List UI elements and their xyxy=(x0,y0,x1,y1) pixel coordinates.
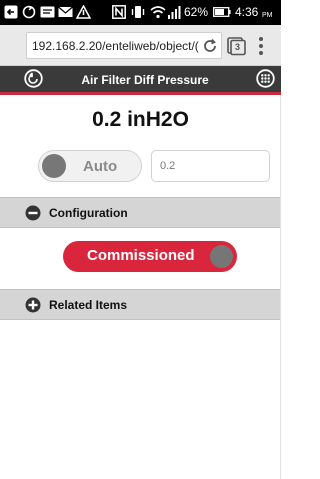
clock-time: 4:36 xyxy=(235,5,259,19)
present-value: 0.2 inH2O xyxy=(92,108,189,131)
battery-percent: 62% xyxy=(184,5,209,19)
page-edge xyxy=(280,95,281,479)
tabs-button[interactable]: 3 xyxy=(226,36,246,56)
related-items-section-header[interactable]: Related Items xyxy=(0,289,281,320)
clock-ampm: PM xyxy=(262,12,273,19)
alert-icon xyxy=(76,5,91,19)
auto-label: Auto xyxy=(83,158,118,175)
page-title: Air Filter Diff Pressure xyxy=(81,73,209,87)
grid-menu-icon[interactable] xyxy=(256,69,275,88)
url-field[interactable]: 192.168.2.20/enteliweb/object/( xyxy=(26,32,222,59)
toggle-knob xyxy=(42,154,66,178)
collapse-icon xyxy=(25,205,41,221)
tab-count: 3 xyxy=(235,42,241,52)
overflow-menu-icon[interactable] xyxy=(256,35,266,57)
configuration-label: Configuration xyxy=(49,206,128,220)
reload-icon[interactable] xyxy=(202,38,218,54)
configuration-section-header[interactable]: Configuration xyxy=(0,197,281,228)
url-text: 192.168.2.20/enteliweb/object/( xyxy=(32,39,199,53)
back-arrow-icon xyxy=(4,5,18,19)
browser-toolbar: 192.168.2.20/enteliweb/object/( 3 xyxy=(0,25,281,66)
mail-icon xyxy=(58,6,73,17)
commissioned-toggle[interactable]: Commissioned xyxy=(63,241,237,272)
wifi-icon xyxy=(150,6,166,19)
signal-icon xyxy=(168,6,181,19)
commissioned-label: Commissioned xyxy=(87,247,195,264)
battery-icon xyxy=(213,7,231,17)
vibrate-icon xyxy=(131,6,145,18)
auto-toggle[interactable]: Auto xyxy=(38,150,142,182)
nfc-icon xyxy=(112,5,126,19)
back-icon[interactable] xyxy=(24,69,43,88)
related-items-label: Related Items xyxy=(49,298,128,312)
status-bar: 62% 4:36 PM xyxy=(0,0,281,25)
message-icon xyxy=(40,6,55,18)
value-input[interactable] xyxy=(151,150,270,182)
app-header: Air Filter Diff Pressure xyxy=(0,66,281,95)
toggle-knob xyxy=(210,245,233,268)
sync-icon xyxy=(22,5,36,19)
expand-icon xyxy=(25,297,41,313)
